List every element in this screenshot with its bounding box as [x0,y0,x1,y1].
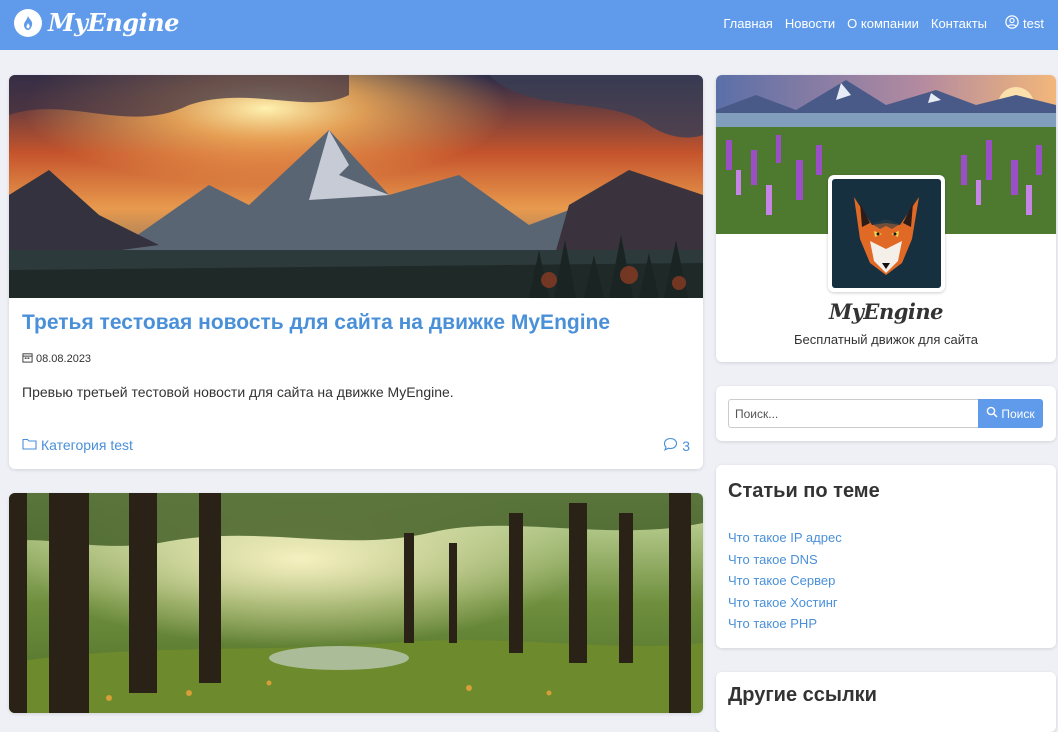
brand-logo-link[interactable]: MyEngine [14,8,179,37]
news-comments-link[interactable]: 3 [663,437,690,454]
news-image-mountain[interactable] [9,75,703,298]
calendar-icon [22,352,36,366]
site-profile-card: MyEngine Бесплатный движок для сайта [716,75,1056,362]
folder-icon [22,437,41,453]
search-card: Поиск [716,386,1056,441]
main-menu: Главная Новости О компании Контакты test [711,15,1044,32]
news-category-label: Категория test [41,437,133,453]
nav-link-about[interactable]: О компании [847,16,919,31]
profile-name: MyEngine [828,299,944,324]
other-links-title: Другие ссылки [728,684,877,706]
article-link-ip[interactable]: Что такое IP адрес [728,530,842,552]
other-links-card: Другие ссылки [716,672,1056,732]
news-card: Третья тестовая новость для сайта на дви… [9,75,703,469]
news-category-link[interactable]: Категория test [22,437,133,453]
news-title-link[interactable]: Третья тестовая новость для сайта на дви… [22,311,610,335]
profile-description: Бесплатный движок для сайта [793,332,978,347]
top-navbar: MyEngine Главная Новости О компании Конт… [0,0,1058,50]
article-link-dns[interactable]: Что такое DNS [728,552,842,574]
nav-link-contacts[interactable]: Контакты [931,16,987,31]
search-button[interactable]: Поиск [978,399,1043,428]
search-icon [986,406,1001,421]
related-articles-title: Статьи по теме [728,480,880,502]
news-comments-count: 3 [682,437,690,454]
nav-link-home[interactable]: Главная [723,16,772,31]
fox-logo-icon [832,179,941,288]
news-date: 08.08.2023 [22,352,91,366]
nav-link-news[interactable]: Новости [785,16,835,31]
brand-name: MyEngine [48,8,179,37]
news-preview: Превью третьей тестовой новости для сайт… [22,384,454,400]
search-button-label: Поиск [1001,406,1035,421]
user-circle-icon [1005,15,1023,32]
article-link-hosting[interactable]: Что такое Хостинг [728,595,842,617]
avatar [828,175,945,292]
search-input[interactable] [728,399,978,428]
user-menu[interactable]: test [1005,15,1044,32]
article-link-php[interactable]: Что такое PHP [728,616,842,638]
news-date-text: 08.08.2023 [36,353,92,365]
related-articles-list: Что такое IP адрес Что такое DNS Что так… [728,530,842,638]
user-name: test [1023,16,1044,31]
article-link-server[interactable]: Что такое Сервер [728,573,842,595]
news-image-forest[interactable] [9,493,703,713]
related-articles-card: Статьи по теме Что такое IP адрес Что та… [716,465,1056,648]
flame-icon [14,8,42,37]
comment-icon [663,437,682,454]
news-card [9,493,703,713]
